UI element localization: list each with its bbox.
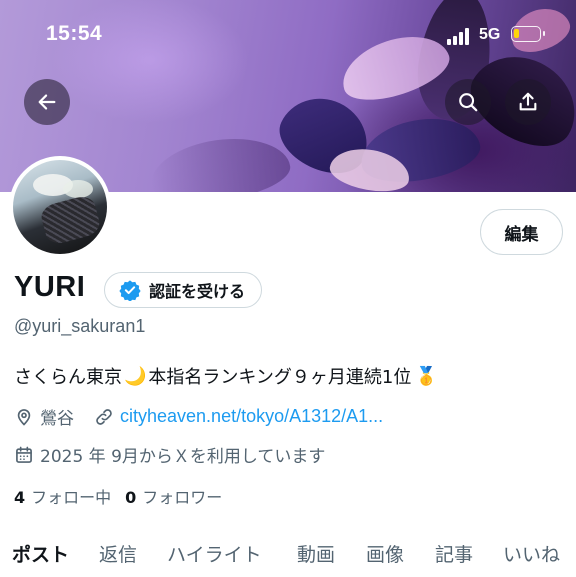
location-text: 鶯谷 [40,409,74,429]
search-icon [459,93,478,112]
tab-articles[interactable]: 記事 [435,540,473,567]
link-icon [96,408,112,425]
location-pin-icon [17,408,31,426]
avatar[interactable] [9,156,111,258]
location-link-row: 鶯谷 cityheaven.net/tokyo/A1312/A1... [14,404,383,429]
banner-flower-decoration [146,130,294,192]
followers-link[interactable]: 0 フォロワー [125,484,222,508]
display-name: YURI [14,271,86,303]
join-date-text: 2025 年 9月からＸを利用しています [40,447,326,467]
battery-icon [511,26,545,42]
tab-replies[interactable]: 返信 [99,540,137,567]
verified-badge-icon [119,280,141,301]
bio-text-2: 本指名ランキング９ヶ月連続1位 [148,367,412,388]
moon-emoji: 🌙 [124,365,147,387]
join-date-row: 2025 年 9月からＸを利用しています [14,442,325,467]
user-handle: @yuri_sakuran1 [14,316,146,336]
avatar-image [13,160,107,254]
network-type: 5G [479,26,501,43]
following-label: フォロー中 [31,488,112,507]
back-button[interactable] [24,79,70,125]
followers-count: 0 [125,488,137,507]
get-verified-label: 認証を受ける [149,282,246,301]
get-verified-button[interactable]: 認証を受ける [104,272,263,308]
edit-profile-button[interactable]: 編集 [480,209,563,255]
profile-bio: さくらん東京 🌙 本指名ランキング９ヶ月連続1位 🥇 [14,363,438,389]
share-button[interactable] [505,79,551,125]
search-button[interactable] [445,79,491,125]
tab-posts[interactable]: ポスト [12,540,69,567]
status-time: 15:54 [46,22,103,45]
status-bar: 15:54 5G [0,0,576,70]
follow-stats: 4 フォロー中 0 フォロワー [14,484,222,508]
followers-label: フォロワー [142,488,223,507]
tab-likes[interactable]: いいね [503,540,560,567]
tab-videos[interactable]: 動画 [297,540,335,567]
tab-highlights[interactable]: ハイライト [167,540,262,567]
signal-icon [447,28,473,45]
arrow-left-icon [38,94,56,110]
website-link[interactable]: cityheaven.net/tokyo/A1312/A1... [120,406,383,427]
profile-tabs: ポスト 返信 ハイライト 動画 画像 記事 いいね [0,534,576,577]
following-link[interactable]: 4 フォロー中 [14,484,111,508]
tab-images[interactable]: 画像 [366,540,404,567]
medal-emoji: 🥇 [415,365,438,387]
calendar-icon [16,446,32,463]
share-icon [519,92,537,111]
following-count: 4 [14,488,26,507]
bio-text: さくらん東京 [14,367,122,388]
